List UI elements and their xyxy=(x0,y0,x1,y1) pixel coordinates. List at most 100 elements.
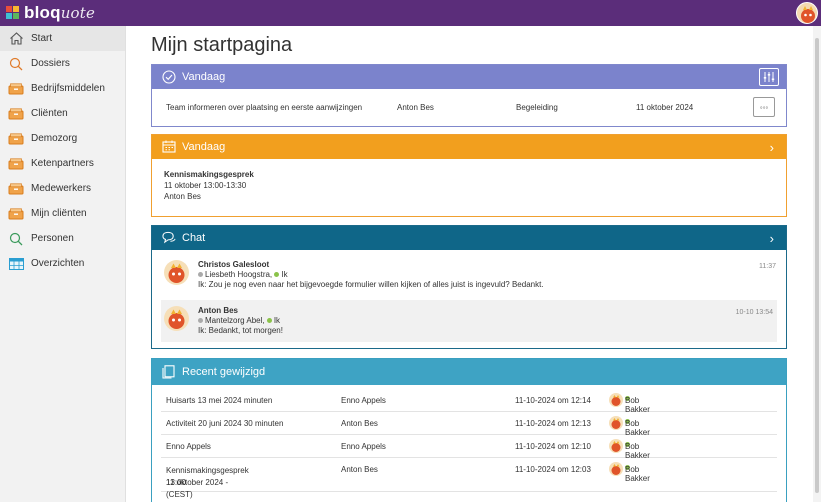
chevron-right-icon[interactable]: › xyxy=(770,231,774,246)
recent-person: Anton Bes xyxy=(341,419,378,428)
today-tasks-card: Vandaag Team informeren over plaatsing e… xyxy=(151,64,787,127)
chat-header[interactable]: Chat › xyxy=(152,226,786,250)
tray-icon xyxy=(8,82,24,96)
avatar xyxy=(164,260,189,285)
sidebar-item-personen[interactable]: Personen xyxy=(0,226,125,251)
chat-preview: Ik: Bedankt, tot morgen! xyxy=(198,326,283,335)
recent-user: Bob Bakker xyxy=(625,465,650,483)
appointment-person: Anton Bes xyxy=(164,192,201,201)
appointment-item[interactable]: Kennismakingsgesprek 11 oktober 13:00-13… xyxy=(152,159,786,216)
sidebar-item-label: Personen xyxy=(31,233,74,244)
sidebar-item-mijn-clienten[interactable]: Mijn cliënten xyxy=(0,201,125,226)
table-icon xyxy=(8,257,24,271)
sidebar-item-label: Dossiers xyxy=(31,58,70,69)
home-icon xyxy=(8,32,24,46)
search-icon xyxy=(8,232,24,246)
recent-date: 11-10-2024 om 12:10 xyxy=(515,442,591,451)
avatar xyxy=(609,439,623,453)
sidebar-item-label: Overzichten xyxy=(31,258,85,269)
sidebar-item-bedrijfsmiddelen[interactable]: Bedrijfsmiddelen xyxy=(0,76,125,101)
sidebar-item-label: Mijn cliënten xyxy=(31,208,87,219)
sidebar-item-overzichten[interactable]: Overzichten xyxy=(0,251,125,276)
recent-date: 11-10-2024 om 12:14 xyxy=(515,396,591,405)
table-row[interactable]: Enno Appels Enno Appels 11-10-2024 om 12… xyxy=(161,435,777,460)
recent-person: Enno Appels xyxy=(341,442,386,451)
today-appointments-title: Vandaag xyxy=(182,141,226,153)
avatar xyxy=(609,393,623,407)
app-logo[interactable]: bloquote xyxy=(6,3,95,23)
chat-participant: Mantelzorg Abel, xyxy=(205,316,265,325)
appointment-title: Kennismakingsgesprek xyxy=(164,170,254,179)
calendar-icon xyxy=(162,140,176,154)
sidebar-item-label: Start xyxy=(31,33,53,44)
page-title: Mijn startpagina xyxy=(151,34,293,56)
chat-message[interactable]: Anton Bes Mantelzorg Abel, Ik Ik: Bedank… xyxy=(161,300,777,342)
chat-sender: Christos Galesloot xyxy=(198,260,270,269)
task-person: Anton Bes xyxy=(397,103,434,112)
task-row[interactable]: Team informeren over plaatsing en eerste… xyxy=(152,89,786,126)
logo-text-script: uote xyxy=(60,4,96,22)
sidebar-item-label: Ketenpartners xyxy=(31,158,94,169)
sidebar-item-dossiers[interactable]: Dossiers xyxy=(0,51,125,76)
recent-date: 11-10-2024 om 12:13 xyxy=(515,419,591,428)
sidebar-item-label: Demozorg xyxy=(31,133,78,144)
recent-changes-title: Recent gewijzigd xyxy=(182,366,266,378)
recent-date: 11-10-2024 om 12:03 xyxy=(515,465,591,474)
chat-sender: Anton Bes xyxy=(198,306,238,315)
avatar xyxy=(164,306,189,331)
task-title: Team informeren over plaatsing en eerste… xyxy=(166,103,363,112)
chat-message[interactable]: Christos Galesloot Liesbeth Hoogstra, Ik… xyxy=(152,254,786,296)
tray-icon xyxy=(8,182,24,196)
avatar xyxy=(609,416,623,430)
sidebar-item-start[interactable]: Start xyxy=(0,26,125,51)
logo-text-bold: bloq xyxy=(24,3,61,22)
top-bar: bloquote xyxy=(0,0,821,26)
chat-time: 10-10 13:54 xyxy=(735,309,773,316)
recent-changes-card: Recent gewijzigd Huisarts 13 mei 2024 mi… xyxy=(151,358,787,502)
filter-button[interactable] xyxy=(759,68,779,86)
chevron-right-icon[interactable]: › xyxy=(770,140,774,155)
task-category: Begeleiding xyxy=(516,103,558,112)
sidebar-item-medewerkers[interactable]: Medewerkers xyxy=(0,176,125,201)
chat-participant: Ik xyxy=(281,270,288,279)
today-tasks-title: Vandaag xyxy=(182,71,226,83)
main-content: Mijn startpagina Vandaag Team informeren… xyxy=(127,26,813,502)
chat-participant: Ik xyxy=(273,316,281,325)
logo-mark-icon xyxy=(6,6,20,20)
chat-card: Chat › Christos Galesloot Liesbeth Hoogs… xyxy=(151,225,787,349)
avatar xyxy=(609,462,623,476)
search-icon xyxy=(8,57,24,71)
sidebar-item-label: Bedrijfsmiddelen xyxy=(31,83,105,94)
scrollbar-thumb[interactable] xyxy=(815,38,819,493)
tray-icon xyxy=(8,207,24,221)
sliders-icon xyxy=(763,72,775,82)
sidebar-item-label: Medewerkers xyxy=(31,183,92,194)
recent-person: Anton Bes xyxy=(341,465,378,474)
tray-icon xyxy=(8,132,24,146)
sidebar-item-demozorg[interactable]: Demozorg xyxy=(0,126,125,151)
documents-icon xyxy=(162,365,176,379)
recent-title: Huisarts 13 mei 2024 minuten xyxy=(166,396,273,405)
user-avatar[interactable] xyxy=(796,2,818,24)
today-appointments-card: Vandaag › Kennismakingsgesprek 11 oktobe… xyxy=(151,134,787,217)
table-row[interactable]: Activiteit 20 juni 2024 30 minuten Anton… xyxy=(161,412,777,437)
sidebar-item-clienten[interactable]: Cliënten xyxy=(0,101,125,126)
sidebar-item-ketenpartners[interactable]: Ketenpartners xyxy=(0,151,125,176)
recent-person: Enno Appels xyxy=(341,396,386,405)
chat-participant: Liesbeth Hoogstra, xyxy=(205,270,273,279)
today-tasks-header[interactable]: Vandaag xyxy=(152,65,786,89)
recent-changes-header[interactable]: Recent gewijzigd xyxy=(152,359,786,385)
more-options-button[interactable]: ◦◦◦ xyxy=(753,97,775,117)
table-row[interactable]: Huisarts 13 mei 2024 minuten Enno Appels… xyxy=(161,389,777,414)
tray-icon xyxy=(8,157,24,171)
task-date: 11 oktober 2024 xyxy=(636,103,694,112)
sidebar: Start Dossiers Bedrijfsmiddelen Cliënten… xyxy=(0,26,126,502)
recent-title-continued: 13:00 (CEST) 30 minuten xyxy=(166,478,193,499)
chat-time: 11:37 xyxy=(759,263,776,270)
chat-bubbles-icon xyxy=(162,231,176,245)
table-row[interactable]: Kennismakingsgesprek 11 oktober 2024 -13… xyxy=(161,458,777,499)
check-circle-icon xyxy=(162,70,176,84)
today-appointments-header[interactable]: Vandaag › xyxy=(152,135,786,159)
chat-title: Chat xyxy=(182,232,206,244)
chat-preview: Ik: Zou je nog even naar het bijgevoegde… xyxy=(198,280,544,289)
